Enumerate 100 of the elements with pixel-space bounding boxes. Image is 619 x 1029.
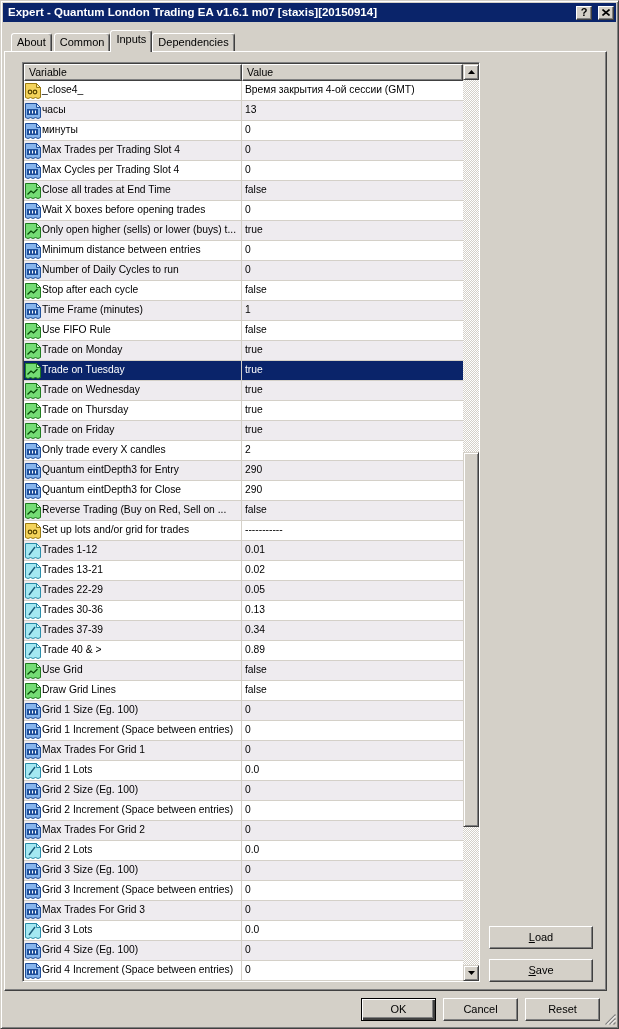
variable-name: Trades 13-21 bbox=[42, 564, 103, 577]
page-bars-icon bbox=[25, 442, 41, 459]
table-row[interactable]: Wait X boxes before opening trades 0 bbox=[24, 201, 463, 221]
tab[interactable]: Inputs bbox=[110, 30, 153, 52]
table-row[interactable]: Only trade every X candles 2 bbox=[24, 441, 463, 461]
scroll-down-button[interactable] bbox=[463, 965, 479, 981]
table-row[interactable]: Trades 22-29 0.05 bbox=[24, 581, 463, 601]
table-row[interactable]: Grid 2 Increment (Space between entries) 0 bbox=[24, 801, 463, 821]
table-row[interactable]: Grid 3 Size (Eg. 100) 0 bbox=[24, 861, 463, 881]
table-row[interactable]: Trade on Thursday true bbox=[24, 401, 463, 421]
table-row[interactable]: Stop after each cycle false bbox=[24, 281, 463, 301]
table-row[interactable]: Close all trades at End Time false bbox=[24, 181, 463, 201]
dialog-button[interactable]: OK bbox=[361, 998, 436, 1021]
page-slash-icon bbox=[25, 642, 41, 659]
table-row[interactable]: Grid 2 Lots 0.0 bbox=[24, 841, 463, 861]
variable-name: Stop after each cycle bbox=[42, 284, 139, 297]
table-row[interactable]: Set up lots and/or grid for trades ----------- bbox=[24, 521, 463, 541]
table-row[interactable]: Reverse Trading (Buy on Red, Sell on ... false bbox=[24, 501, 463, 521]
variable-name: Trade on Thursday bbox=[42, 404, 129, 417]
page-zigzag-icon bbox=[25, 682, 41, 699]
page-slash-icon bbox=[25, 762, 41, 779]
close-button[interactable] bbox=[598, 5, 614, 20]
arrow-up-icon bbox=[467, 70, 475, 74]
table-row[interactable]: Trade on Monday true bbox=[24, 341, 463, 361]
table-row[interactable]: Minimum distance between entries 0 bbox=[24, 241, 463, 261]
table-row[interactable]: Trades 1-12 0.01 bbox=[24, 541, 463, 561]
page-bars-icon bbox=[25, 782, 41, 799]
table-row[interactable]: Grid 1 Lots 0.0 bbox=[24, 761, 463, 781]
scrollbar-thumb[interactable] bbox=[463, 452, 479, 827]
page-bars-icon bbox=[25, 962, 41, 979]
table-row[interactable]: Max Trades For Grid 3 0 bbox=[24, 901, 463, 921]
variable-name: Minimum distance between entries bbox=[42, 244, 201, 257]
table-row[interactable]: Grid 1 Size (Eg. 100) 0 bbox=[24, 701, 463, 721]
variable-name: Number of Daily Cycles to run bbox=[42, 264, 179, 277]
side-button[interactable]: Save bbox=[489, 959, 593, 982]
page-slash-icon bbox=[25, 922, 41, 939]
table-row[interactable]: Max Cycles per Trading Slot 4 0 bbox=[24, 161, 463, 181]
page-bars-icon bbox=[25, 702, 41, 719]
variable-name: Trades 37-39 bbox=[42, 624, 103, 637]
page-bars-icon bbox=[25, 302, 41, 319]
variable-name: Max Trades For Grid 2 bbox=[42, 824, 145, 837]
variable-name: Set up lots and/or grid for trades bbox=[42, 524, 190, 537]
table-row[interactable]: Only open higher (sells) or lower (buys) t... true bbox=[24, 221, 463, 241]
table-row[interactable]: Use Grid false bbox=[24, 661, 463, 681]
table-row[interactable]: Trade 40 & > 0.89 bbox=[24, 641, 463, 661]
variable-name: Grid 4 Size (Eg. 100) bbox=[42, 944, 139, 957]
table-row[interactable]: Time Frame (minutes) 1 bbox=[24, 301, 463, 321]
page-bars-icon bbox=[25, 802, 41, 819]
tab[interactable]: Dependencies bbox=[152, 33, 235, 51]
column-header[interactable]: Value bbox=[242, 64, 463, 81]
page-bars-icon bbox=[25, 902, 41, 919]
table-row[interactable]: Grid 4 Increment (Space between entries) 0 bbox=[24, 961, 463, 981]
table-row[interactable]: минуты 0 bbox=[24, 121, 463, 141]
page-bars-icon bbox=[25, 122, 41, 139]
table-row[interactable]: Max Trades For Grid 1 0 bbox=[24, 741, 463, 761]
table-row[interactable]: Grid 2 Size (Eg. 100) 0 bbox=[24, 781, 463, 801]
dialog-button[interactable]: Reset bbox=[525, 998, 600, 1021]
table-row[interactable]: Grid 3 Lots 0.0 bbox=[24, 921, 463, 941]
side-button[interactable]: Load bbox=[489, 926, 593, 949]
table-row[interactable]: Quantum eintDepth3 for Entry 290 bbox=[24, 461, 463, 481]
variable-name: Grid 4 Increment (Space between entries) bbox=[42, 964, 234, 977]
table-row[interactable]: часы 13 bbox=[24, 101, 463, 121]
page-bars-icon bbox=[25, 142, 41, 159]
table-row[interactable]: Trades 30-36 0.13 bbox=[24, 601, 463, 621]
resize-grip-icon[interactable] bbox=[604, 1013, 616, 1025]
value-cell: 0 bbox=[242, 961, 463, 981]
table-row[interactable]: Use FIFO Rule false bbox=[24, 321, 463, 341]
table-row[interactable]: Grid 1 Increment (Space between entries) 0 bbox=[24, 721, 463, 741]
variable-name: Max Cycles per Trading Slot 4 bbox=[42, 164, 180, 177]
table-row[interactable]: Max Trades For Grid 2 0 bbox=[24, 821, 463, 841]
variable-name: Trade on Wednesday bbox=[42, 384, 140, 397]
table-row[interactable]: Grid 4 Size (Eg. 100) 0 bbox=[24, 941, 463, 961]
table-row[interactable]: Number of Daily Cycles to run 0 bbox=[24, 261, 463, 281]
variable-name: минуты bbox=[42, 124, 78, 137]
help-button[interactable]: ? bbox=[576, 5, 592, 20]
variable-name: Draw Grid Lines bbox=[42, 684, 116, 697]
table-row[interactable]: Trade on Tuesday true bbox=[24, 361, 463, 381]
page-slash-icon bbox=[25, 542, 41, 559]
table-row[interactable]: Trade on Wednesday true bbox=[24, 381, 463, 401]
variable-name: Trade on Monday bbox=[42, 344, 123, 357]
scroll-up-button[interactable] bbox=[463, 64, 479, 80]
variable-name: Trades 1-12 bbox=[42, 544, 98, 557]
dialog-button[interactable]: Cancel bbox=[443, 998, 518, 1021]
table-row[interactable]: Max Trades per Trading Slot 4 0 bbox=[24, 141, 463, 161]
table-row[interactable]: Grid 3 Increment (Space between entries) 0 bbox=[24, 881, 463, 901]
variable-name: Trades 30-36 bbox=[42, 604, 103, 617]
tab[interactable]: Common bbox=[53, 33, 111, 51]
page-bars-icon bbox=[25, 162, 41, 179]
page-bars-icon bbox=[25, 102, 41, 119]
column-header[interactable]: Variable bbox=[24, 64, 242, 81]
table-row[interactable]: Draw Grid Lines false bbox=[24, 681, 463, 701]
tab[interactable]: About bbox=[11, 33, 52, 51]
arrow-down-icon bbox=[467, 971, 475, 975]
table-row[interactable]: Quantum eintDepth3 for Close 290 bbox=[24, 481, 463, 501]
table-row[interactable]: Trade on Friday true bbox=[24, 421, 463, 441]
table-row[interactable]: Trades 37-39 0.34 bbox=[24, 621, 463, 641]
page-zigzag-icon bbox=[25, 402, 41, 419]
table-row[interactable]: Trades 13-21 0.02 bbox=[24, 561, 463, 581]
page-zigzag-icon bbox=[25, 362, 41, 379]
table-row[interactable]: _close4_ Время закрытия 4-ой сессии (GMT) bbox=[24, 81, 463, 101]
